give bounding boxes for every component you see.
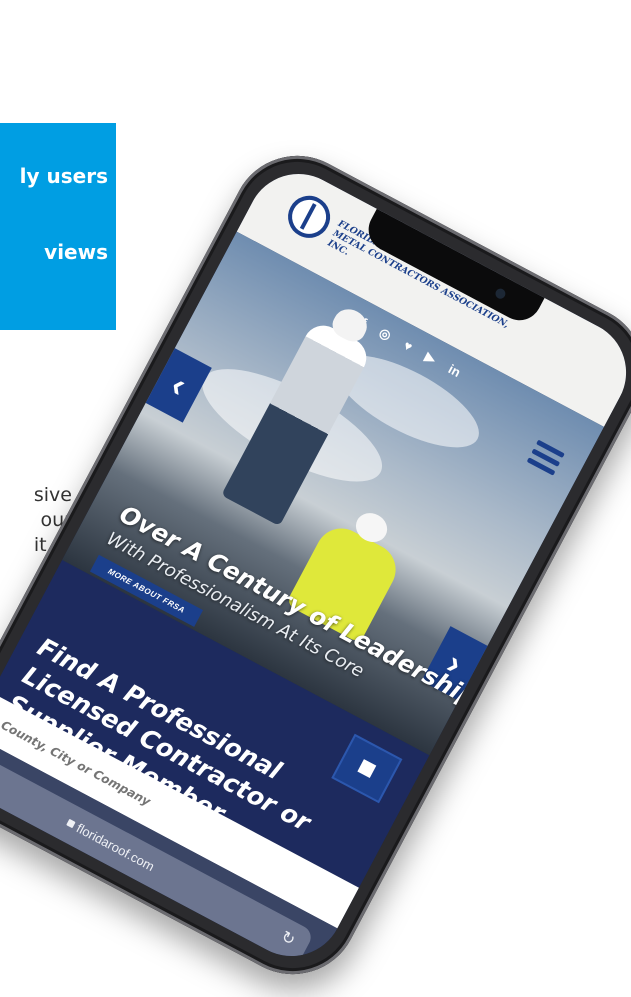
slider-prev-button[interactable]: ‹	[145, 348, 212, 423]
hamburger-menu-icon[interactable]	[524, 439, 565, 481]
lock-icon	[66, 818, 76, 829]
forward-icon[interactable]: ›	[16, 833, 31, 854]
tabs-icon[interactable]: ⧉	[228, 946, 249, 971]
promo-box: ly users views	[0, 123, 116, 330]
promo-line-1: ly users	[19, 164, 108, 188]
promo-line-2: views	[44, 240, 108, 264]
camera-icon	[493, 286, 508, 301]
linkedin-icon[interactable]: in	[446, 361, 463, 380]
instagram-icon[interactable]: ◎	[376, 324, 394, 343]
share-icon[interactable]: ⇧	[86, 870, 110, 896]
youtube-icon[interactable]: ▶	[422, 349, 439, 368]
stop-icon	[357, 759, 377, 779]
body-text-line-1: sive	[33, 484, 72, 506]
reload-icon[interactable]: ↻	[278, 927, 299, 951]
reader-aa-button[interactable]: AA	[0, 770, 2, 791]
url-label: floridaroof.com	[73, 820, 157, 875]
bookmarks-icon[interactable]: ▭	[157, 908, 182, 935]
frsa-logo-icon[interactable]	[280, 188, 338, 246]
twitter-icon[interactable]: ♥	[401, 338, 415, 355]
